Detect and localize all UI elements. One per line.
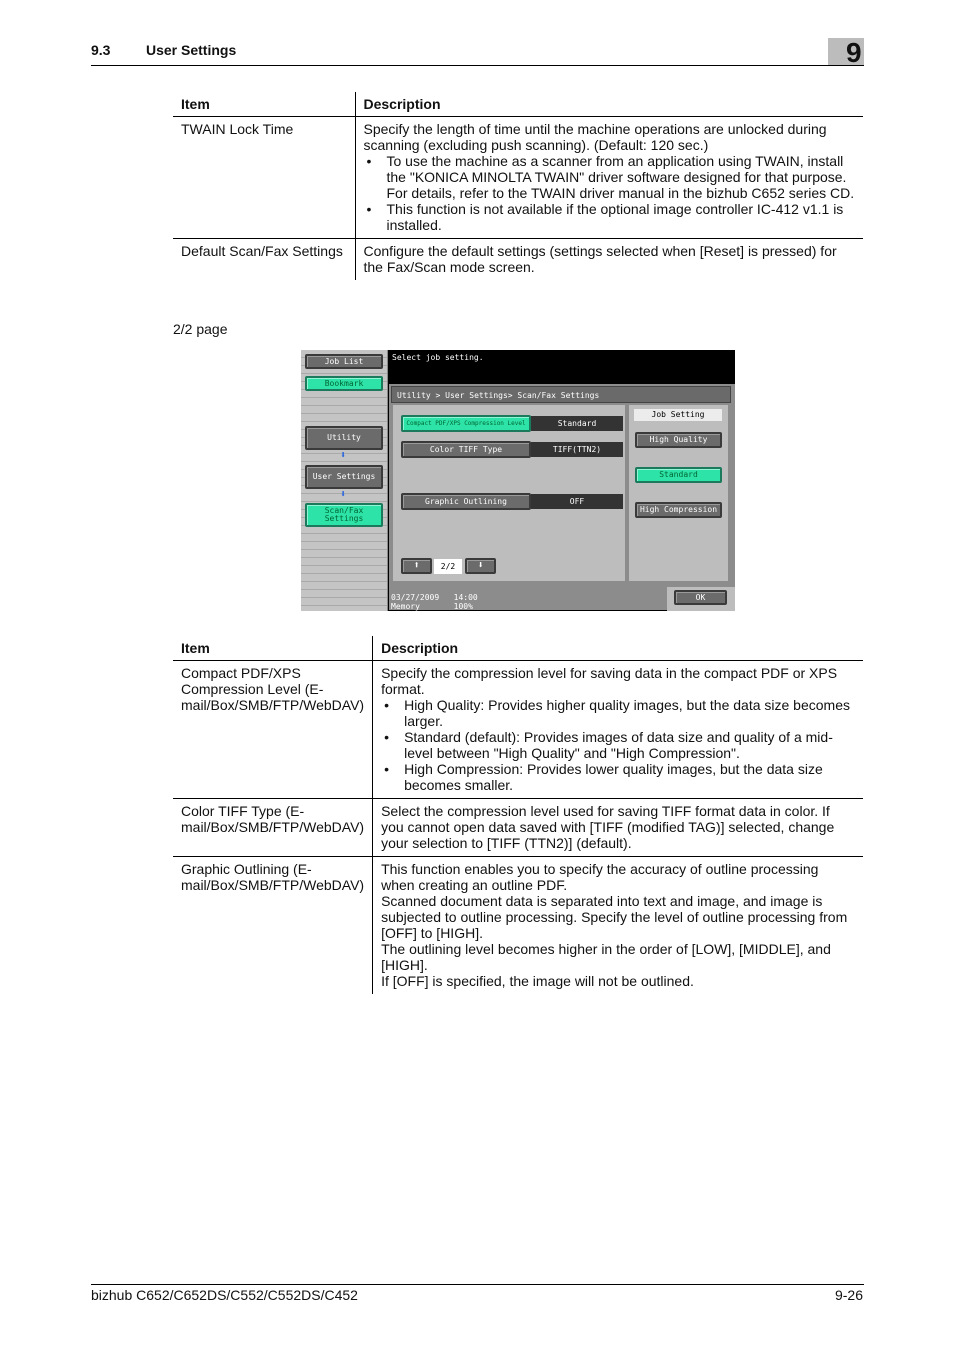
graphic-outlining-value: OFF bbox=[531, 494, 623, 509]
description-paragraph: This function enables you to specify the… bbox=[381, 861, 819, 893]
color-tiff-type-value: TIFF(TTN2) bbox=[531, 442, 623, 457]
description-cell: Configure the default settings (settings… bbox=[355, 239, 863, 281]
memory-value: 100% bbox=[453, 602, 473, 611]
column-header-description: Description bbox=[355, 92, 863, 117]
utility-button[interactable]: Utility bbox=[305, 426, 383, 450]
description-text: Configure the default settings (settings… bbox=[363, 243, 837, 275]
graphic-outlining-button[interactable]: Graphic Outlining bbox=[401, 493, 531, 510]
memory-label: Memory bbox=[391, 602, 420, 611]
standard-button[interactable]: Standard bbox=[635, 467, 722, 483]
description-text: Select the compression level used for sa… bbox=[381, 803, 835, 851]
item-cell: Default Scan/Fax Settings bbox=[173, 238, 356, 280]
page-up-button[interactable]: ⬆ bbox=[401, 558, 432, 574]
screen-message: Select job setting. bbox=[392, 353, 484, 362]
column-header-item: Item bbox=[173, 92, 356, 117]
description-text: Specify the length of time until the mac… bbox=[363, 121, 827, 153]
status-time: 14:00 bbox=[453, 593, 478, 602]
up-arrow-icon: ⬆ bbox=[413, 560, 420, 571]
status-bar: 03/27/2009 14:00 Memory 100% bbox=[391, 593, 478, 611]
high-quality-button[interactable]: High Quality bbox=[635, 432, 722, 448]
job-setting-title: Job Setting bbox=[634, 409, 722, 421]
color-tiff-type-button[interactable]: Color TIFF Type bbox=[401, 441, 531, 458]
description-paragraph: Scanned document data is separated into … bbox=[381, 893, 848, 941]
bullet-item: High Compression: Provides lower quality… bbox=[381, 761, 855, 793]
bullet-list: To use the machine as a scanner from an … bbox=[364, 153, 856, 233]
description-paragraph: If [OFF] is specified, the image will no… bbox=[381, 973, 694, 989]
bookmark-button[interactable]: Bookmark bbox=[305, 376, 383, 391]
down-arrow-icon: ⬇ bbox=[477, 560, 484, 571]
bullet-list: High Quality: Provides higher quality im… bbox=[381, 697, 855, 793]
left-panel: Job List Bookmark Utility ⬇ User Setting… bbox=[301, 350, 388, 611]
footer-product: bizhub C652/C652DS/C552/C552DS/C452 bbox=[91, 1287, 358, 1303]
table-row: Default Scan/Fax Settings Configure the … bbox=[173, 238, 863, 281]
user-settings-button[interactable]: User Settings bbox=[305, 465, 383, 489]
page-caption: 2/2 page bbox=[173, 321, 228, 337]
status-date: 03/27/2009 bbox=[391, 593, 440, 602]
settings-table-2: Item Description Compact PDF/XPS Compres… bbox=[173, 636, 863, 994]
ok-button[interactable]: OK bbox=[674, 590, 727, 605]
bullet-item: To use the machine as a scanner from an … bbox=[364, 153, 856, 201]
high-compression-button[interactable]: High Compression bbox=[635, 502, 722, 518]
description-paragraph: The outlining level becomes higher in th… bbox=[381, 941, 831, 973]
footer-page-number: 9-26 bbox=[834, 1287, 863, 1303]
bullet-item: High Quality: Provides higher quality im… bbox=[381, 697, 855, 729]
description-cell: Select the compression level used for sa… bbox=[372, 798, 863, 857]
down-arrow-icon: ⬇ bbox=[340, 450, 347, 461]
device-screenshot: Job List Bookmark Utility ⬇ User Setting… bbox=[301, 350, 735, 611]
breadcrumb: Utility > User Settings> Scan/Fax Settin… bbox=[391, 386, 731, 403]
down-arrow-icon: ⬇ bbox=[340, 489, 347, 500]
compact-pdf-xps-value: Standard bbox=[531, 416, 623, 431]
page-indicator: 2/2 bbox=[434, 559, 462, 574]
bullet-item: This function is not available if the op… bbox=[364, 201, 856, 233]
description-cell: This function enables you to specify the… bbox=[373, 857, 863, 995]
section-number: 9.3 bbox=[91, 42, 111, 58]
item-cell: Compact PDF/XPS Compression Level (E-mai… bbox=[173, 660, 374, 799]
table-row: TWAIN Lock Time Specify the length of ti… bbox=[173, 116, 863, 239]
description-text: Specify the compression level for saving… bbox=[381, 665, 838, 697]
scan-fax-settings-button[interactable]: Scan/Fax Settings bbox=[305, 503, 383, 527]
compact-pdf-xps-button[interactable]: Compact PDF/XPS Compression Level bbox=[401, 415, 531, 432]
item-cell: Color TIFF Type (E-mail/Box/SMB/FTP/WebD… bbox=[173, 798, 374, 857]
settings-table-1: Item Description TWAIN Lock Time Specify… bbox=[173, 92, 863, 280]
job-list-button[interactable]: Job List bbox=[305, 354, 383, 369]
item-cell: TWAIN Lock Time bbox=[173, 116, 356, 239]
description-cell: Specify the length of time until the mac… bbox=[355, 116, 863, 239]
page-down-button[interactable]: ⬇ bbox=[465, 558, 496, 574]
header-rule bbox=[91, 65, 864, 66]
settings-panel: Utility > User Settings> Scan/Fax Settin… bbox=[389, 384, 735, 610]
table-row: Compact PDF/XPS Compression Level (E-mai… bbox=[173, 660, 863, 799]
footer-rule bbox=[91, 1284, 864, 1285]
column-header-description: Description bbox=[372, 636, 863, 661]
table-row: Graphic Outlining (E-mail/Box/SMB/FTP/We… bbox=[173, 856, 863, 995]
description-cell: Specify the compression level for saving… bbox=[372, 660, 863, 799]
column-header-item: Item bbox=[173, 636, 374, 661]
table-row: Color TIFF Type (E-mail/Box/SMB/FTP/WebD… bbox=[173, 798, 863, 857]
bullet-item: Standard (default): Provides images of d… bbox=[381, 729, 855, 761]
item-cell: Graphic Outlining (E-mail/Box/SMB/FTP/We… bbox=[173, 856, 374, 994]
section-title: User Settings bbox=[146, 42, 237, 58]
